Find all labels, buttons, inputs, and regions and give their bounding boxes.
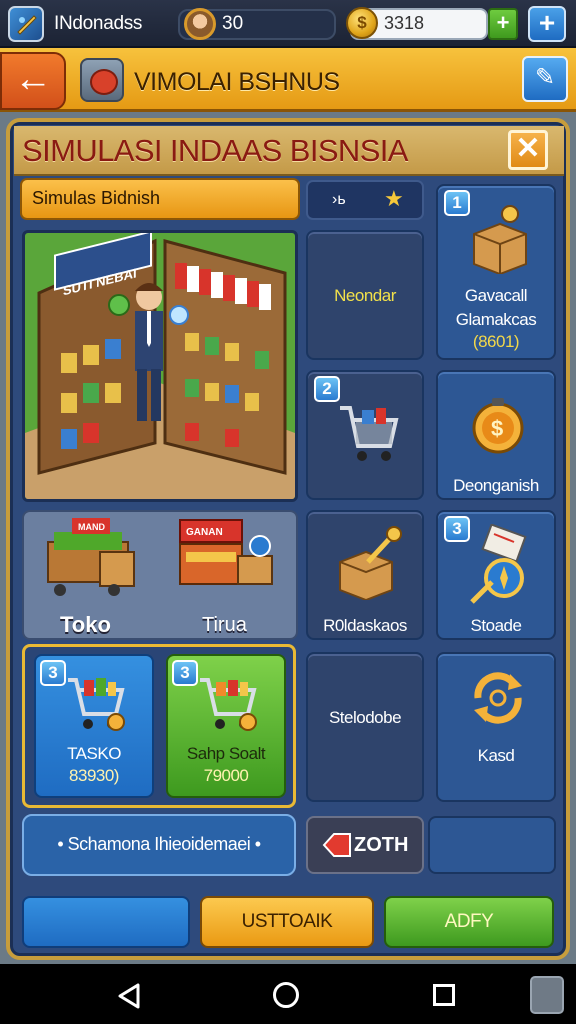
tile-stoade-label: Stoade	[470, 616, 522, 635]
product-badge: 3	[172, 660, 198, 686]
product-name: TASKO	[67, 744, 121, 763]
compass-icon	[470, 524, 527, 604]
add-icon[interactable]: +	[488, 8, 518, 40]
tile-deonganish[interactable]: $ Deonganish	[436, 370, 556, 500]
tile-gavacall-line1: Gavacall	[464, 286, 528, 305]
svg-text:$: $	[491, 416, 503, 441]
tile-stoade[interactable]: 3 Stoade	[436, 510, 556, 640]
stall-sign-2: GANAN	[186, 527, 223, 538]
total-value-slot	[428, 816, 556, 874]
cycle-icon	[474, 672, 522, 724]
app-name: INdonadss	[54, 13, 143, 34]
close-icon[interactable]: ✕	[508, 130, 548, 170]
package-key-icon	[339, 526, 402, 600]
coin-lock-icon: $	[472, 398, 524, 454]
cart-icon	[340, 406, 399, 461]
tile-gavacall-line2: Glamakcas	[455, 310, 537, 329]
avatar-icon[interactable]	[184, 8, 216, 40]
cart-icon	[68, 678, 125, 731]
tile-cart[interactable]: 2	[306, 370, 424, 500]
stall-stand-icon: GANAN	[179, 519, 273, 585]
sub-tab-label: Simulas Bidnish	[32, 188, 161, 208]
cart-icon	[200, 678, 257, 731]
tile-neondar[interactable]: Neondar	[306, 230, 424, 360]
product-card[interactable]: 3 Sahp Soalt 79000	[166, 654, 286, 798]
shop-scene-image: SUTI NEBAI	[22, 230, 298, 502]
tile-kasd[interactable]: Kasd	[436, 652, 556, 802]
tag-icon	[322, 833, 351, 857]
box-icon	[473, 205, 527, 274]
stall-cart-icon: MAND	[47, 518, 135, 596]
total-label: ZOTH	[354, 834, 409, 856]
shop-toko-label: Toko	[60, 612, 111, 637]
player-level: 30	[222, 13, 244, 34]
tile-gavacall[interactable]: 1 Gavacall Glamakcas (8601)	[436, 184, 556, 360]
info-text: • Schamona Ihieoidemaei •	[57, 834, 261, 854]
product-card[interactable]: 3 TASKO 83930)	[34, 654, 154, 798]
stall-sign-1: MAND	[78, 522, 105, 532]
tile-stelodobe-label: Stelodobe	[328, 708, 402, 727]
star-icon: ★	[384, 186, 404, 211]
tile-kasd-label: Kasd	[477, 746, 515, 765]
star-pill[interactable]	[306, 180, 424, 220]
bag-icon[interactable]	[530, 976, 564, 1014]
product-price: 79000	[203, 766, 249, 785]
header-title: VIMOLAI BSHNUS	[134, 68, 340, 96]
product-name: Sahp Soalt	[186, 744, 266, 763]
tile-gavacall-price: (8601)	[472, 332, 520, 351]
product-badge: 3	[40, 660, 66, 686]
nav-recents-icon[interactable]	[433, 984, 455, 1006]
star-code: ›ь	[332, 191, 346, 208]
tile-stelodobe[interactable]: Stelodobe	[306, 652, 424, 802]
product-price: 83930)	[69, 766, 119, 785]
tile-roldaskaos-label: R0ldaskaos	[323, 616, 407, 635]
plus-icon[interactable]: +	[528, 6, 566, 42]
nav-home-icon[interactable]	[273, 982, 299, 1008]
apply-label: ADFY	[444, 911, 494, 932]
app-icon[interactable]	[8, 6, 44, 42]
tile-deonganish-label: Deonganish	[453, 476, 539, 495]
pin-icon[interactable]: ✎	[522, 56, 568, 102]
coin-balance: 3318	[384, 13, 425, 33]
toolbox-icon	[80, 58, 124, 102]
coin-icon: $	[346, 7, 378, 39]
shop-type-panel: MAND GANAN Toko Tirua	[22, 510, 298, 640]
shop-tirua-label: Tirua	[202, 614, 247, 636]
panel-title: SIMULASI INDAAS BISNSIA	[22, 133, 408, 168]
tile-badge: 1	[444, 190, 470, 216]
back-icon[interactable]: ←	[0, 52, 66, 110]
tile-roldaskaos[interactable]: R0ldaskaos	[306, 510, 424, 640]
tile-neondar-label: Neondar	[334, 286, 396, 305]
middle-action-label: USTTOAIK	[241, 911, 333, 932]
nav-back-icon[interactable]	[116, 982, 144, 1010]
left-action-button[interactable]	[22, 896, 190, 948]
